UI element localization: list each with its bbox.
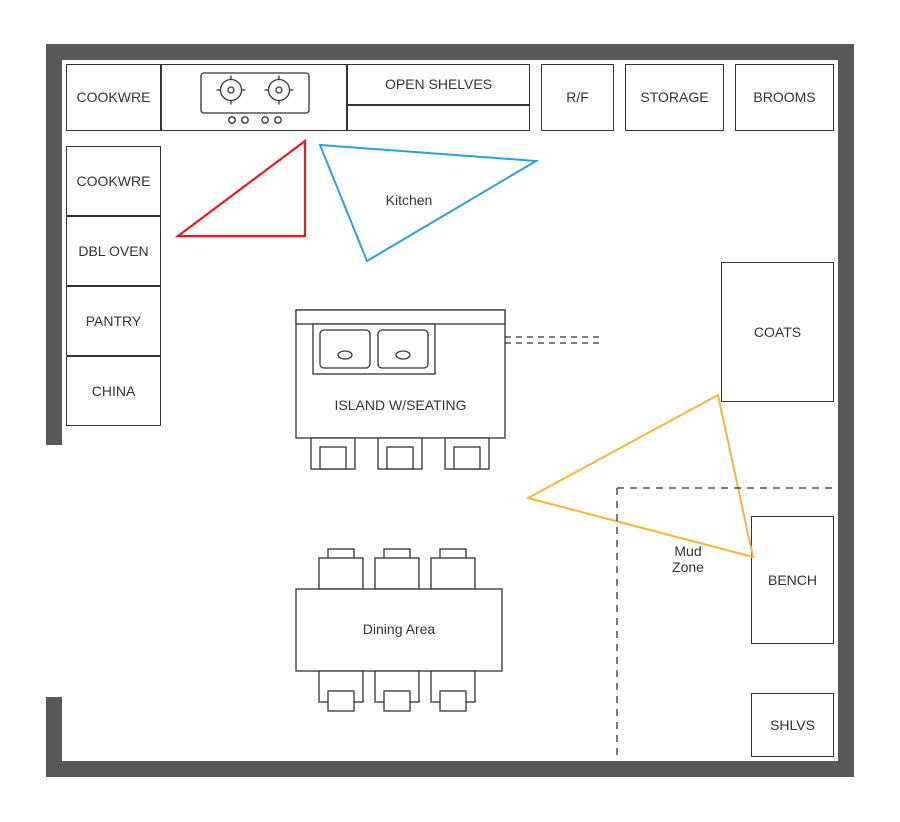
triangle-red — [178, 141, 305, 236]
label-kitchen: Kitchen — [369, 192, 449, 208]
wall-bottom — [46, 761, 854, 777]
cab-china: CHINA — [66, 356, 161, 426]
label-open-shelves: OPEN SHELVES — [385, 76, 492, 93]
cab-pantry: PANTRY — [66, 286, 161, 356]
label-island: ISLAND W/SEATING — [296, 397, 505, 413]
island — [296, 310, 602, 469]
label-brooms: BROOMS — [753, 89, 815, 106]
cab-dbl-oven: DBL OVEN — [66, 216, 161, 286]
wall-right — [838, 44, 854, 777]
wall-left-upper — [46, 44, 62, 445]
cab-cookwre-top: COOKWRE — [66, 64, 161, 131]
cab-storage: STORAGE — [625, 64, 724, 131]
label-coats: COATS — [754, 324, 801, 341]
label-cookwre-side: COOKWRE — [77, 173, 151, 190]
floor-plan: COOKWRE OPEN SHELVES R/F STORAGE BROOMS … — [0, 0, 900, 822]
cab-cookwre-side: COOKWRE — [66, 146, 161, 216]
cab-shlvs: SHLVS — [751, 693, 834, 757]
cab-coats: COATS — [721, 262, 834, 402]
label-cookwre-top: COOKWRE — [77, 89, 151, 106]
label-dbl-oven: DBL OVEN — [78, 243, 148, 260]
cab-bench: BENCH — [751, 516, 834, 644]
label-bench: BENCH — [768, 572, 817, 589]
counter-under-shelves — [347, 105, 530, 131]
label-pantry: PANTRY — [86, 313, 142, 330]
label-mud-zone: MudZone — [648, 543, 728, 575]
label-rf: R/F — [566, 89, 589, 106]
label-china: CHINA — [92, 383, 136, 400]
label-storage: STORAGE — [640, 89, 708, 106]
label-dining: Dining Area — [296, 621, 502, 637]
wall-top — [46, 44, 854, 60]
cab-brooms: BROOMS — [735, 64, 834, 131]
triangle-orange — [528, 395, 753, 557]
cab-open-shelves: OPEN SHELVES — [347, 64, 530, 105]
cooktop-counter — [161, 64, 347, 131]
cab-rf: R/F — [541, 64, 614, 131]
label-shlvs: SHLVS — [770, 717, 815, 734]
